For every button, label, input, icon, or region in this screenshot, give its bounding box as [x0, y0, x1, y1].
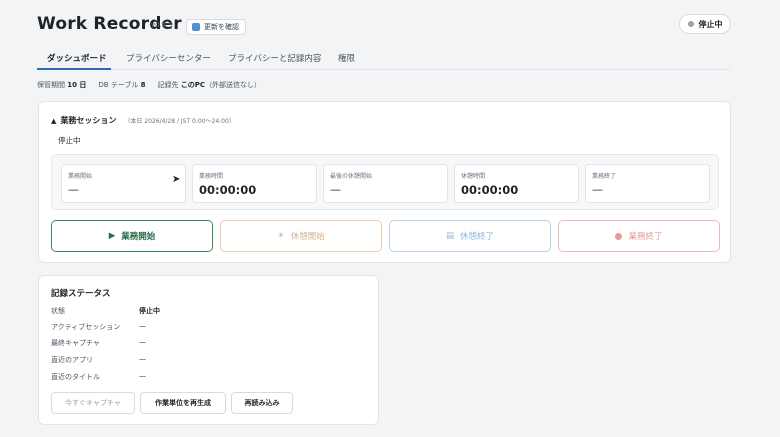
row-label-recent-title: 直近のタイトル — [51, 373, 100, 381]
stat-work-end: 業務終了 — — [585, 164, 710, 203]
session-subtitle: （本日 2026/4/28 / JST 0:00〜24:00） — [124, 118, 235, 125]
update-icon — [192, 23, 200, 31]
stat-work-time: 業務時間 00:00:00 — [192, 164, 317, 203]
reload-button[interactable]: 再読み込み — [231, 392, 293, 414]
row-label-active-session: アクティブセッション — [51, 323, 121, 331]
version-label: v0.4.9 — [151, 21, 173, 29]
capture-now-button[interactable]: 今すぐキャプチャ — [51, 392, 135, 414]
collapse-caret-icon: ▲ — [51, 116, 57, 125]
stop-circle-icon — [615, 232, 623, 240]
tab-privacy-center[interactable]: プライバシーセンター — [126, 52, 211, 64]
row-value-recent-title: — — [139, 372, 146, 380]
session-state: 停止中 — [58, 136, 81, 145]
active-tab-indicator — [37, 68, 111, 70]
check-update-label: 更新を確認 — [204, 23, 239, 31]
regenerate-units-button[interactable]: 作業単位を再生成 — [140, 392, 226, 414]
row-label-recent-app: 直近のアプリ — [51, 356, 93, 364]
status-dot-icon — [687, 21, 694, 27]
status-badge: 停止中 — [679, 14, 731, 34]
storage-meta: 保管期間 10 日 DB テーブル 8 記録先 このPC（外部送信なし） — [37, 80, 261, 90]
retention-info: 保管期間 10 日 — [37, 81, 87, 89]
row-value-last-capture: — — [139, 338, 146, 346]
end-work-button[interactable]: 業務終了 — [558, 220, 720, 252]
clipboard-icon: ▤ — [445, 231, 454, 241]
work-session-card: ▲ 業務セッション （本日 2026/4/28 / JST 0:00〜24:00… — [38, 101, 731, 263]
tab-bar: ダッシュボード プライバシーセンター プライバシーと記録内容 権限 — [37, 46, 730, 70]
start-break-button[interactable]: ☀ 休憩開始 — [220, 220, 382, 252]
recording-status-card: 記録ステータス 状態 停止中 アクティブセッション — 最終キャプチャ — 直近… — [38, 275, 379, 425]
status-badge-label: 停止中 — [698, 19, 723, 29]
row-label-last-capture: 最終キャプチャ — [51, 339, 100, 347]
row-value-active-session: — — [139, 322, 146, 330]
destination-info: 記録先 このPC（外部送信なし） — [157, 81, 262, 89]
tab-dashboard[interactable]: ダッシュボード — [47, 52, 107, 64]
sun-icon: ☀ — [277, 231, 285, 241]
start-work-button[interactable]: ▶ 業務開始 — [51, 220, 213, 252]
session-stats-panel: 業務開始 — 業務時間 00:00:00 最後の休憩開始 — 休憩時間 00:0… — [51, 154, 719, 210]
tab-privacy-records[interactable]: プライバシーと記録内容 — [228, 52, 321, 64]
row-value-state: 停止中 — [139, 307, 160, 315]
db-info: DB テーブル 8 — [98, 81, 146, 89]
play-icon: ▶ — [108, 231, 116, 241]
recording-status-title: 記録ステータス — [51, 289, 111, 299]
session-title: 業務セッション — [60, 116, 117, 125]
stat-work-start: 業務開始 — — [61, 164, 186, 203]
end-break-button[interactable]: ▤ 休憩終了 — [389, 220, 551, 252]
mouse-cursor-icon: ➤ — [172, 174, 181, 185]
check-update-button[interactable]: 更新を確認 — [186, 19, 246, 35]
row-label-state: 状態 — [51, 307, 65, 315]
session-header[interactable]: ▲ 業務セッション （本日 2026/4/28 / JST 0:00〜24:00… — [51, 115, 235, 126]
row-value-recent-app: — — [139, 355, 146, 363]
tab-permissions[interactable]: 権限 — [338, 52, 355, 64]
stat-break-time: 休憩時間 00:00:00 — [454, 164, 579, 203]
stat-last-break-start: 最後の休憩開始 — — [323, 164, 448, 203]
